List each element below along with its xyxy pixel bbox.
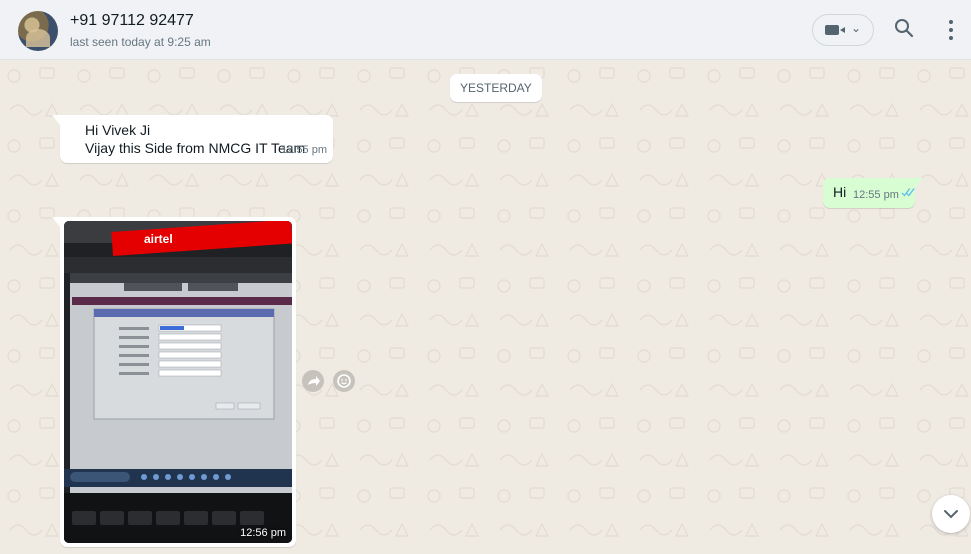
- message-text-line: Hi Vivek Ji: [85, 122, 151, 138]
- read-ticks-icon: [901, 188, 915, 197]
- message-photo[interactable]: airtel 12:56 pm: [64, 221, 292, 543]
- video-call-icon: [825, 25, 845, 35]
- react-button[interactable]: [333, 370, 355, 392]
- last-seen-status: last seen today at 9:25 am: [70, 35, 211, 49]
- forward-icon: [308, 376, 320, 386]
- chevron-down-icon: [944, 510, 958, 519]
- menu-icon[interactable]: [940, 18, 960, 42]
- menu-dot: [949, 20, 953, 24]
- menu-dot: [949, 36, 953, 40]
- message-time: 12:55 pm: [281, 144, 327, 156]
- incoming-message[interactable]: Hi Vivek Ji Vijay this Side from NMCG IT…: [52, 115, 333, 163]
- scroll-to-bottom-button[interactable]: [932, 495, 970, 533]
- incoming-image-message[interactable]: airtel 12:56 pm: [52, 217, 296, 547]
- menu-dot: [949, 28, 953, 32]
- message-text: Hi: [833, 184, 847, 200]
- chat-header: +91 97112 92477 last seen today at 9:25 …: [0, 0, 971, 60]
- message-time: 12:55 pm: [853, 189, 899, 201]
- forward-button[interactable]: [302, 370, 324, 392]
- outgoing-message[interactable]: Hi 12:55 pm: [823, 178, 923, 208]
- date-divider: YESTERDAY: [450, 74, 542, 102]
- bubble-tail: [52, 217, 60, 227]
- laptop-screen-photo: airtel: [64, 221, 292, 543]
- contact-avatar[interactable]: [18, 11, 58, 51]
- message-time: 12:56 pm: [240, 527, 286, 539]
- photo-brand-text: airtel: [144, 232, 173, 246]
- search-icon[interactable]: [892, 16, 916, 40]
- video-call-button[interactable]: ⌄: [812, 14, 874, 46]
- emoji-icon: [337, 374, 351, 388]
- bubble-tail: [52, 115, 60, 125]
- chevron-down-icon: ⌄: [851, 21, 862, 35]
- bubble-tail: [915, 178, 923, 188]
- contact-name[interactable]: +91 97112 92477: [70, 12, 194, 30]
- message-list[interactable]: YESTERDAY Hi Vivek Ji Vijay this Side fr…: [0, 60, 971, 554]
